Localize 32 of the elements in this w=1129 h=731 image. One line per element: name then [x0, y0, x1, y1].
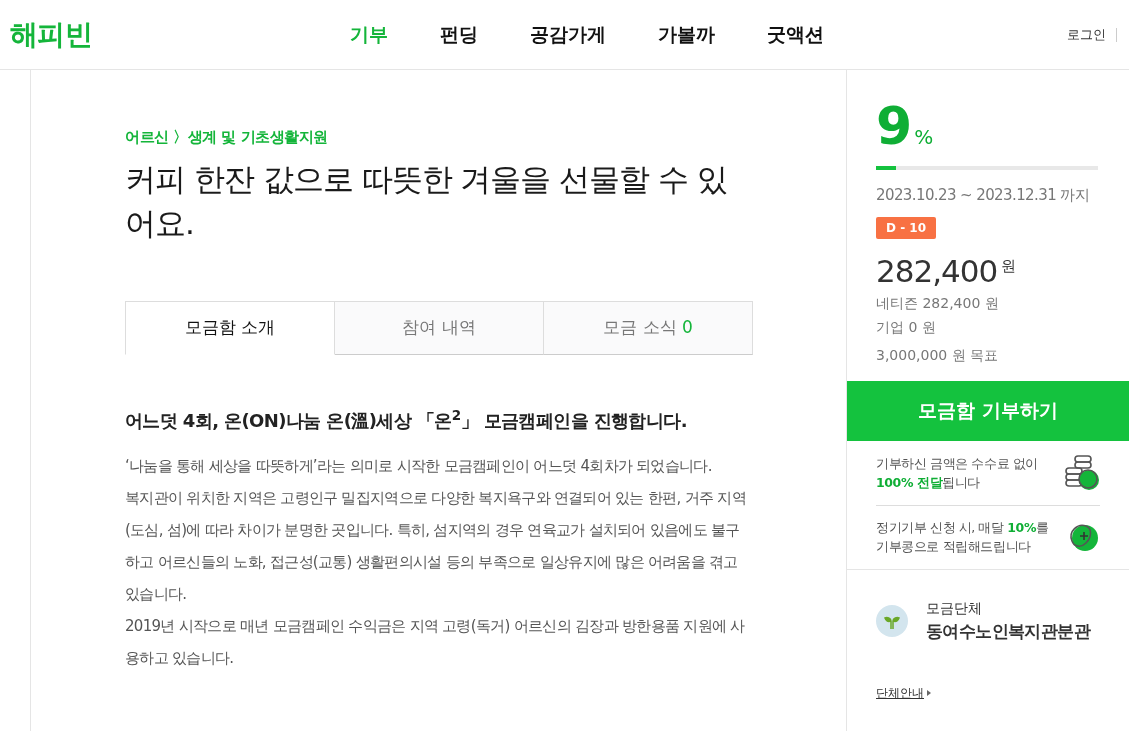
- organizer-info-link[interactable]: 단체안내: [876, 684, 924, 702]
- coin-stack-icon: [1064, 453, 1100, 492]
- nav-link[interactable]: 가볼까: [658, 20, 715, 49]
- raised-amount: 282,400: [876, 251, 998, 291]
- body-paragraph: 2019년 시작으로 매년 모금캠페인 수익금은 지역 고령(독거) 어르신의 김장과 방한용품 지원에 사용하고 있습니다.: [125, 615, 746, 669]
- benefit-note: 정기기부 신청 시, 매달 10%를 기부콩으로 적립해드립니다: [876, 519, 1050, 556]
- login-link[interactable]: 로그인: [1067, 24, 1106, 45]
- organizer-label: 모금단체: [926, 598, 983, 618]
- tab[interactable]: 참여 내역: [335, 300, 544, 355]
- sprout-icon: [876, 604, 908, 637]
- body-paragraph: 복지관이 위치한 지역은 고령인구 밀집지역으로 다양한 복지욕구와 연결되어 있는 한편, 거주 지역(도심, 섬)에 따라 차이가 분명한 곳입니다. 특히, 섬지역의 경우 연육교가 설치되어 있음에도 불구하고 어르신들의 노화, 접근성(교통) 생활편의시설 등의 부족으로 일상유지에 많은 어려움을 겪고 있습니다.: [125, 487, 747, 605]
- caret-icon: [927, 690, 931, 696]
- campaign-title: 커피 한잔 값으로 따뜻한 겨울을 선물할 수 있어요.: [125, 159, 728, 243]
- tab[interactable]: 모금함 소개: [125, 300, 335, 355]
- benefit-note: 기부하신 금액은 수수료 없이 100% 전달됩니다: [876, 454, 1039, 492]
- period-suffix: 까지: [1060, 186, 1090, 204]
- category-breadcrumb: 어르신 〉생계 및 기초생활지원: [125, 127, 329, 148]
- amount-unit: 원: [1001, 255, 1017, 277]
- tab[interactable]: 모금 소식 0: [544, 300, 753, 355]
- organizer-name: 동여수노인복지관분관: [926, 619, 1090, 643]
- nav-link[interactable]: 굿액션: [767, 20, 824, 49]
- body-paragraph: ‘나눔을 통해 세상을 따뜻하게’라는 의미로 시작한 모금캠페인이 어느덧 4회차가 되었습니다.: [125, 455, 713, 477]
- section-heading: 어느덧 4회, 온(ON)나눔 온(溫)세상 「온$^{2}$」 모금캠페인을 진행합니다.: [125, 406, 688, 433]
- company-amount: 기업 0 원: [876, 317, 937, 337]
- d-day-badge: D - 10: [876, 216, 936, 239]
- percent-unit: %: [914, 124, 934, 151]
- nav-link[interactable]: 펀딩: [440, 20, 478, 49]
- campaign-period: 2023.10.23 ~ 2023.12.31: [876, 186, 1057, 204]
- goal-amount: 3,000,000 원 목표: [876, 345, 1000, 365]
- nav-link[interactable]: 공감가게: [530, 20, 606, 49]
- progress-percent: 9: [876, 98, 913, 154]
- netizen-amount: 네티즌 282,400 원: [876, 293, 1000, 313]
